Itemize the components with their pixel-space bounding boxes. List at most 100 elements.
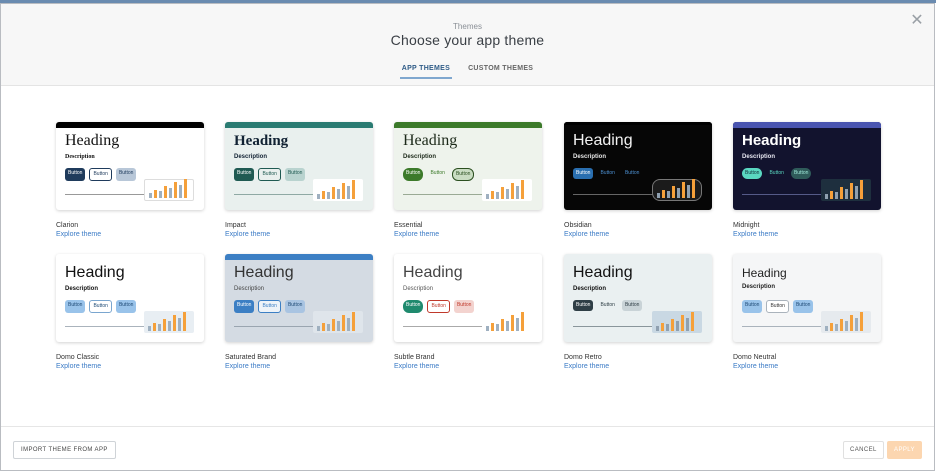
preview-bar — [486, 326, 489, 331]
preview-bar — [158, 324, 161, 331]
explore-theme-link[interactable]: Explore theme — [733, 362, 881, 372]
preview-heading: Heading — [403, 132, 458, 149]
preview-bar — [174, 182, 177, 198]
preview-button-subtle: Button — [284, 168, 306, 181]
preview-bar — [153, 323, 156, 331]
theme-preview-domo-classic[interactable]: Heading Description Button Button Button — [56, 254, 204, 342]
theme-preview-subtle-brand[interactable]: Heading Description Button Button Button — [394, 254, 542, 342]
preview-description: Description — [234, 154, 268, 160]
explore-theme-link[interactable]: Explore theme — [564, 362, 712, 372]
preview-bar — [521, 180, 524, 199]
theme-card-clarion: Heading Description Button Button Button… — [56, 122, 204, 240]
preview-bar — [317, 194, 320, 199]
explore-theme-link[interactable]: Explore theme — [733, 230, 881, 240]
preview-heading: Heading — [403, 264, 463, 281]
preview-bar — [491, 323, 494, 331]
preview-heading: Heading — [573, 132, 633, 149]
preview-buttons: Button Button Button — [234, 300, 306, 313]
theme-preview-impact[interactable]: Heading Description Button Button Button — [225, 122, 373, 210]
explore-theme-link[interactable]: Explore theme — [56, 230, 204, 240]
theme-name: Domo Classic — [56, 354, 100, 361]
theme-preview-midnight[interactable]: Heading Description Button Button Button — [733, 122, 881, 210]
preview-bar — [682, 182, 685, 198]
theme-name: Midnight — [733, 222, 760, 229]
preview-description: Description — [403, 286, 434, 292]
theme-card-domo-retro: Heading Description Button Button Button… — [564, 254, 712, 372]
preview-button-text: Button — [600, 302, 615, 308]
theme-name: Essential — [394, 222, 423, 229]
explore-theme-link[interactable]: Explore theme — [394, 362, 542, 372]
explore-theme-link[interactable]: Explore theme — [394, 230, 542, 240]
preview-buttons: Button Button Button — [403, 300, 475, 313]
explore-theme-link[interactable]: Explore theme — [225, 362, 373, 372]
preview-button-primary: Button — [403, 300, 424, 313]
preview-buttons: Button Button Button — [65, 300, 137, 313]
preview-bar — [163, 319, 166, 331]
preview-heading: Heading — [65, 264, 125, 281]
apply-button[interactable]: APPLY — [887, 441, 922, 459]
theme-card-domo-classic: Heading Description Button Button Button… — [56, 254, 204, 372]
preview-bar — [692, 179, 695, 198]
preview-bar — [676, 321, 679, 331]
preview-button-primary: Button — [234, 168, 255, 181]
preview-chart — [482, 179, 532, 201]
preview-bar — [850, 315, 853, 331]
preview-description: Description — [65, 154, 95, 160]
preview-line — [742, 326, 822, 327]
preview-bar — [496, 192, 499, 199]
preview-bar — [168, 321, 171, 331]
explore-theme-link[interactable]: Explore theme — [225, 230, 373, 240]
preview-bar — [845, 321, 848, 331]
preview-bar — [501, 187, 504, 199]
theme-name: Domo Retro — [564, 354, 602, 361]
preview-chart — [821, 179, 871, 201]
preview-button-outline: Button — [766, 300, 789, 313]
preview-heading: Heading — [742, 266, 787, 280]
preview-button-outline: Button — [427, 300, 450, 313]
import-theme-button[interactable]: IMPORT THEME FROM APP — [13, 441, 116, 459]
preview-button-subtle: Button — [115, 168, 137, 181]
preview-line — [234, 194, 314, 195]
theme-preview-essential[interactable]: Heading Description Button Button Button — [394, 122, 542, 210]
preview-bar — [169, 188, 172, 198]
explore-theme-link[interactable]: Explore theme — [56, 362, 204, 372]
theme-preview-obsidian[interactable]: Heading Description Button Button Button — [564, 122, 712, 210]
preview-bar — [850, 183, 853, 199]
preview-bar — [671, 319, 674, 331]
preview-buttons: Button Button Button — [573, 168, 642, 179]
preview-heading: Heading — [234, 133, 289, 149]
theme-name: Subtle Brand — [394, 354, 435, 361]
preview-line — [65, 194, 145, 195]
preview-description: Description — [573, 154, 607, 160]
theme-name: Domo Neutral — [733, 354, 777, 361]
preview-bar — [347, 318, 350, 331]
preview-chart — [482, 311, 532, 333]
theme-dialog: ✕ Themes Choose your app theme APP THEME… — [0, 3, 935, 471]
tab-custom-themes[interactable]: CUSTOM THEMES — [466, 62, 535, 77]
dialog-title: Choose your app theme — [390, 32, 545, 48]
preview-bar — [830, 191, 833, 199]
preview-button-primary: Button — [65, 300, 86, 313]
theme-tabs: APP THEMES CUSTOM THEMES — [1, 62, 934, 79]
theme-card-obsidian: Heading Description Button Button Button… — [564, 122, 712, 240]
accent-strip — [56, 122, 204, 128]
preview-bar — [173, 315, 176, 331]
theme-name: Obsidian — [564, 222, 592, 229]
theme-preview-clarion[interactable]: Heading Description Button Button Button — [56, 122, 204, 210]
preview-bar — [352, 312, 355, 331]
preview-bar — [347, 186, 350, 199]
theme-preview-domo-retro[interactable]: Heading Description Button Button Button — [564, 254, 712, 342]
preview-description: Description — [573, 286, 607, 292]
theme-preview-domo-neutral[interactable]: Heading Description Button Button Button — [733, 254, 881, 342]
theme-preview-saturated-brand[interactable]: Heading Description Button Button Button — [225, 254, 373, 342]
preview-heading: Heading — [573, 264, 633, 281]
preview-bar — [317, 326, 320, 331]
preview-bar — [661, 323, 664, 331]
preview-button-outline: Button — [89, 168, 112, 181]
cancel-button[interactable]: CANCEL — [843, 441, 884, 459]
preview-button-primary: Button — [573, 168, 594, 179]
preview-bar — [666, 324, 669, 331]
preview-bar — [322, 323, 325, 331]
explore-theme-link[interactable]: Explore theme — [564, 230, 712, 240]
tab-app-themes[interactable]: APP THEMES — [399, 62, 453, 79]
